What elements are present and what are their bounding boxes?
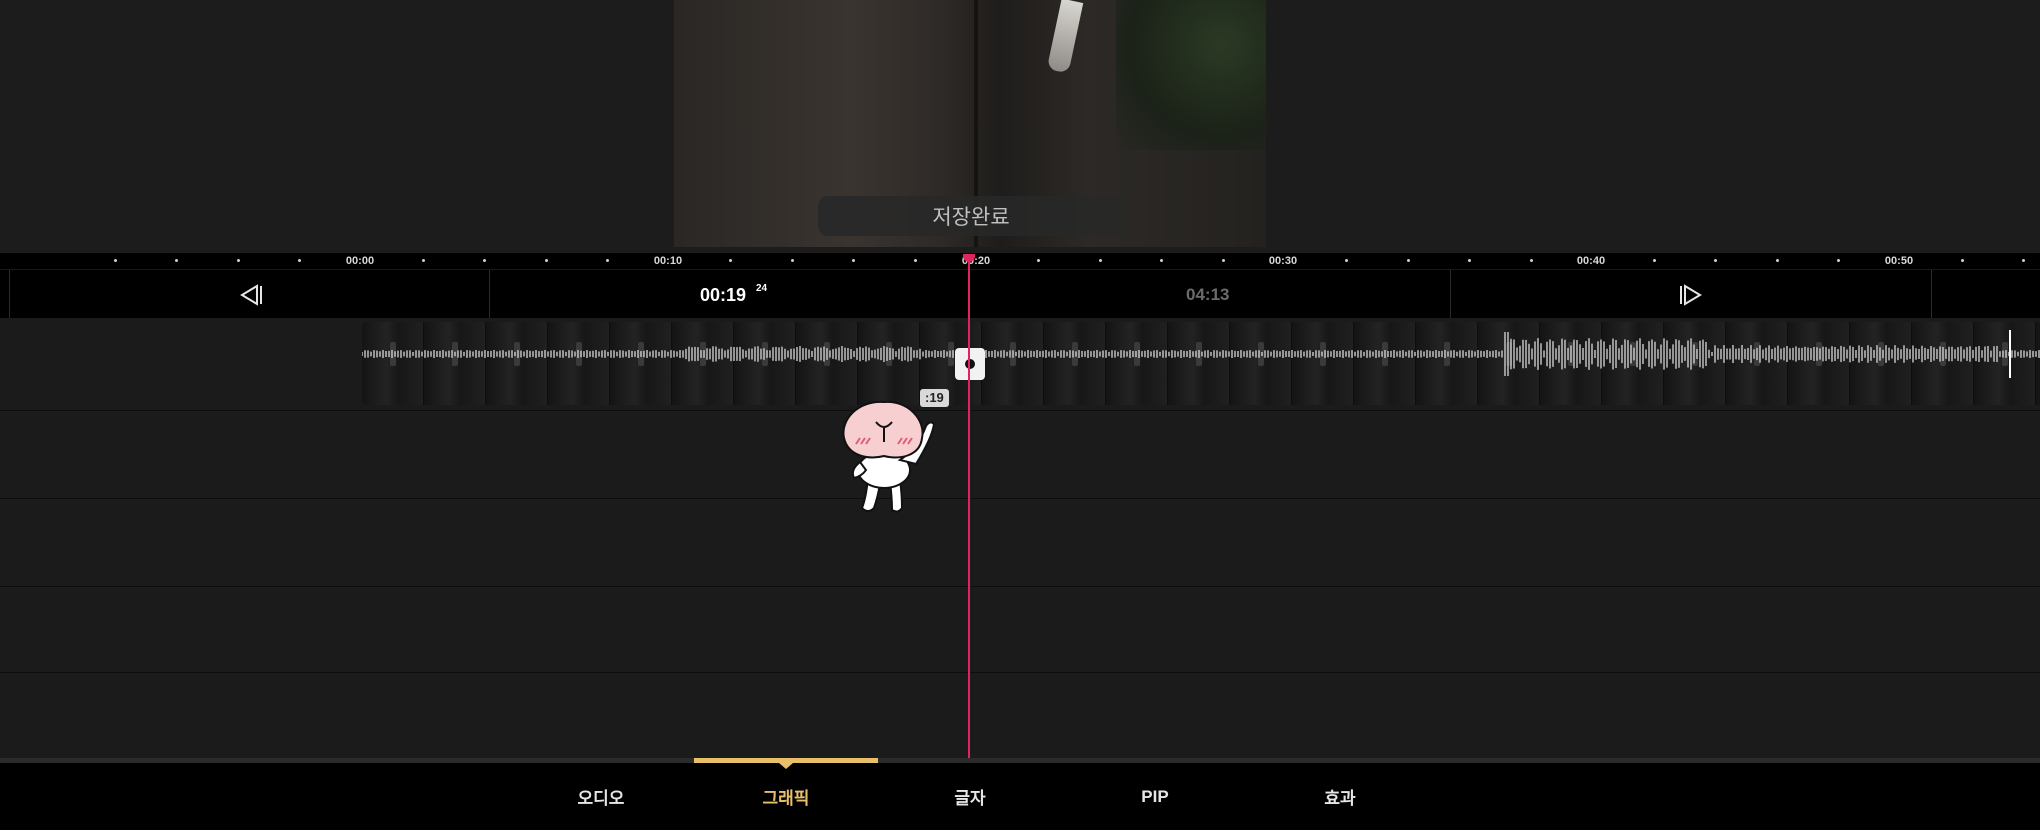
ruler-label: 00:30 [1268,255,1298,267]
next-frame-button[interactable] [1661,270,1721,319]
tab-pip[interactable]: PIP [1085,763,1225,830]
graphic-track-3[interactable] [0,587,2040,673]
ruler-label: 00:40 [1576,255,1606,267]
video-preview[interactable]: 저장완료 [0,0,2040,253]
audio-waveform [362,330,2040,378]
video-clip[interactable] [362,322,2040,405]
video-track[interactable] [0,318,2040,411]
total-duration: 04:13 [1186,285,1230,304]
graphic-track-1[interactable] [0,411,2040,499]
ruler-label: 00:00 [345,255,375,267]
step-forward-icon [1680,283,1702,306]
timeline-ruler[interactable]: 00:00 00:10 00:20 00:30 00:40 00:50 [0,253,2040,269]
tab-graphic[interactable]: 그래픽 [716,763,856,830]
playhead[interactable] [968,256,970,758]
current-frame: 24 [756,283,768,294]
peach-sticker[interactable] [838,398,958,514]
save-complete-toast: 저장완료 [818,196,1124,236]
current-time: 00:19 [700,285,747,305]
tab-audio[interactable]: 오디오 [531,763,671,830]
prev-frame-button[interactable] [221,270,281,319]
bottom-tab-bar: 오디오 그래픽 글자 PIP 효과 [0,758,2040,830]
tab-effects[interactable]: 효과 [1270,763,1410,830]
tab-text[interactable]: 글자 [900,763,1040,830]
step-back-icon [240,283,262,306]
video-editor: 저장완료 00:00 00:10 00:20 00:30 00:40 00:50… [0,0,2040,830]
keyframe-handle[interactable] [955,348,985,380]
timeline-tracks[interactable] [0,318,2040,758]
graphic-track-4[interactable] [0,673,2040,758]
ruler-label: 00:50 [1884,255,1914,267]
playback-control-bar: 00:19 24 04:13 [0,269,2040,319]
ruler-label: 00:10 [653,255,683,267]
graphic-track-2[interactable] [0,499,2040,587]
